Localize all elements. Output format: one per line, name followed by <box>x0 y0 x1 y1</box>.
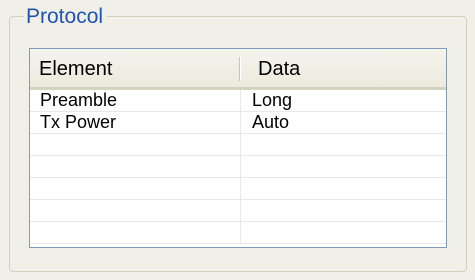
data-cell <box>241 134 446 155</box>
table-row[interactable] <box>30 178 446 200</box>
data-cell <box>241 222 446 243</box>
data-cell <box>241 178 446 199</box>
data-cell: Auto <box>252 112 290 132</box>
column-header-element[interactable]: Element <box>30 49 241 87</box>
element-cell: Tx Power <box>30 112 241 133</box>
list-body: Preamble Long Tx Power Auto <box>30 90 446 244</box>
element-cell <box>30 200 241 221</box>
element-cell <box>30 156 241 177</box>
list-header: Element Data <box>30 49 446 90</box>
element-cell <box>30 222 241 243</box>
data-cell: Long <box>252 90 293 110</box>
data-cell <box>241 200 446 221</box>
element-cell <box>30 134 241 155</box>
table-row[interactable] <box>30 222 446 244</box>
column-header-data[interactable]: Data <box>241 49 446 87</box>
groupbox-title: Protocol <box>24 4 108 30</box>
element-cell: Preamble <box>30 90 241 111</box>
table-row[interactable] <box>30 134 446 156</box>
element-cell <box>30 178 241 199</box>
table-row[interactable] <box>30 200 446 222</box>
protocol-list-view[interactable]: Element Data Preamble Long Tx Power Auto <box>29 48 447 248</box>
table-row[interactable] <box>30 156 446 178</box>
table-row[interactable]: Preamble Long <box>30 90 446 112</box>
table-row[interactable]: Tx Power Auto <box>30 112 446 134</box>
data-cell <box>241 156 446 177</box>
